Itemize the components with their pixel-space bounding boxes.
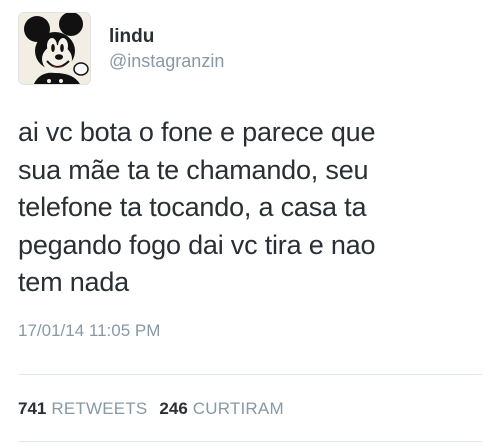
likes-count: 246 xyxy=(159,399,188,418)
retweets-stat[interactable]: 741 RETWEETS xyxy=(18,399,147,419)
display-name[interactable]: lindu xyxy=(109,26,224,48)
likes-label: CURTIRAM xyxy=(192,399,284,418)
mickey-mouse-avatar-icon xyxy=(19,13,90,84)
tweet-text-line: sua mãe ta te chamando, seu xyxy=(18,154,369,185)
divider xyxy=(18,374,482,375)
tweet-header: lindu @instagranzin xyxy=(18,12,224,85)
tweet-text: ai vc bota o fone e parece que sua mãe t… xyxy=(18,114,488,302)
retweets-label: RETWEETS xyxy=(51,399,148,418)
retweets-count: 741 xyxy=(18,399,47,418)
tweet-text-line: telefone ta tocando, a casa ta xyxy=(18,192,367,222)
avatar[interactable] xyxy=(18,12,91,85)
likes-stat[interactable]: 246 CURTIRAM xyxy=(159,399,283,419)
divider xyxy=(18,441,482,442)
user-handle[interactable]: @instagranzin xyxy=(109,50,224,72)
tweet-timestamp[interactable]: 17/01/14 11:05 PM xyxy=(18,321,160,341)
tweet-text-line: pegando fogo dai vc tira e nao xyxy=(18,229,376,260)
tweet-card: lindu @instagranzin ai vc bota o fone e … xyxy=(0,0,500,446)
user-names: lindu @instagranzin xyxy=(109,26,224,72)
tweet-text-line: ai vc bota o fone e parece que xyxy=(18,117,376,147)
tweet-text-line: tem nada xyxy=(18,267,129,297)
tweet-stats: 741 RETWEETS 246 CURTIRAM xyxy=(18,399,296,419)
